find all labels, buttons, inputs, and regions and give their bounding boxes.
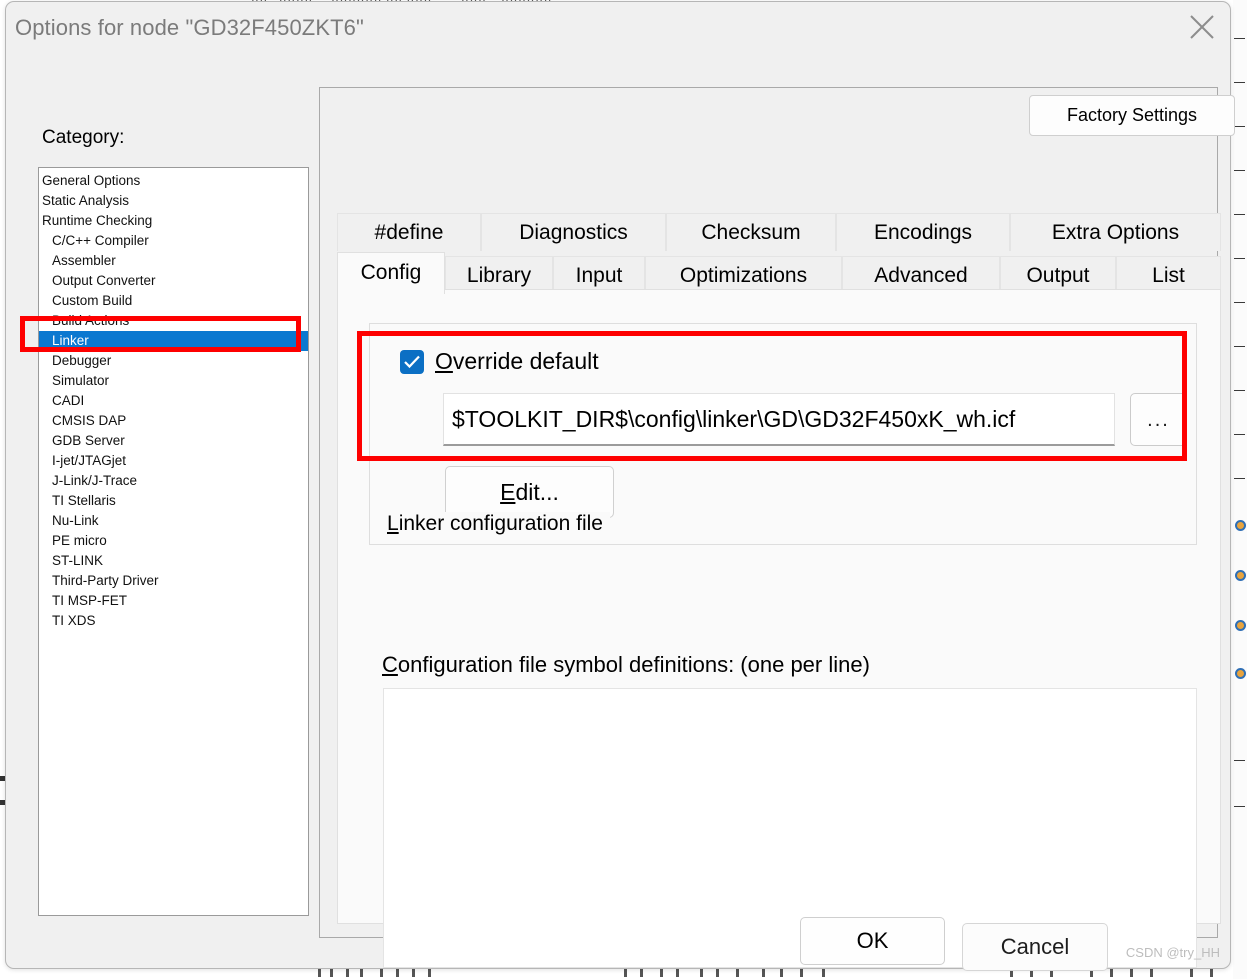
category-list[interactable]: General Options Static Analysis Runtime Ch…: [38, 167, 309, 916]
category-item-runtime-checking[interactable]: Runtime Checking: [39, 211, 308, 231]
config-tab-panel: Linker configuration file Override defau…: [337, 289, 1221, 968]
category-item-ti-stellaris[interactable]: TI Stellaris: [39, 491, 308, 511]
group-title-mnemonic: L: [387, 512, 399, 535]
symbols-mnemonic: C: [382, 652, 398, 677]
cancel-button[interactable]: Cancel: [962, 923, 1108, 971]
group-title-rest: inker configuration file: [398, 512, 603, 535]
symbol-definitions-label: Configuration file symbol definitions: (…: [382, 652, 870, 678]
category-item-nu-link[interactable]: Nu-Link: [39, 511, 308, 531]
background-right-column: [1233, 0, 1247, 979]
tab-diagnostics[interactable]: Diagnostics: [481, 213, 666, 251]
category-item-st-link[interactable]: ST-LINK: [39, 551, 308, 571]
browse-linker-config-button[interactable]: ...: [1130, 393, 1187, 446]
category-item-j-link-j-trace[interactable]: J-Link/J-Trace: [39, 471, 308, 491]
category-item-build-actions[interactable]: Build Actions: [39, 311, 308, 331]
checkmark-icon: [404, 355, 420, 368]
category-item-gdb-server[interactable]: GDB Server: [39, 431, 308, 451]
watermark: CSDN @try_HH: [1125, 945, 1220, 960]
tab-bar: #define Diagnostics Checksum Encodings Extra…: [337, 213, 1221, 294]
tab-define[interactable]: #define: [337, 213, 481, 251]
tab-extra-options[interactable]: Extra Options: [1010, 213, 1221, 251]
category-item-ti-msp-fet[interactable]: TI MSP-FET: [39, 591, 308, 611]
override-default-label: Override default: [435, 348, 599, 375]
tab-row-secondary: #define Diagnostics Checksum Encodings Extra…: [337, 213, 1221, 251]
category-item-custom-build[interactable]: Custom Build: [39, 291, 308, 311]
close-button[interactable]: [1176, 3, 1228, 47]
category-label: Category:: [42, 127, 125, 148]
tab-row-primary: Config Library Input Optimizations Advanced O…: [337, 252, 1221, 294]
category-item-i-jet-jtagjet[interactable]: I-jet/JTAGjet: [39, 451, 308, 471]
category-item-third-party-driver[interactable]: Third-Party Driver: [39, 571, 308, 591]
edit-linker-config-button[interactable]: Edit...: [445, 466, 614, 518]
options-dialog: Options for node "GD32F450ZKT6" Category…: [5, 1, 1235, 971]
dialog-titlebar: Options for node "GD32F450ZKT6": [6, 2, 1230, 54]
override-default-checkbox[interactable]: [400, 349, 424, 374]
category-item-general-options[interactable]: General Options: [39, 171, 308, 191]
category-item-assembler[interactable]: Assembler: [39, 251, 308, 271]
category-item-cmsis-dap[interactable]: CMSIS DAP: [39, 411, 308, 431]
tab-config[interactable]: Config: [337, 252, 445, 294]
override-mnemonic: O: [435, 348, 453, 374]
factory-settings-button[interactable]: Factory Settings: [1029, 95, 1235, 136]
category-item-ti-xds[interactable]: TI XDS: [39, 611, 308, 631]
edit-mnemonic: E: [500, 478, 516, 505]
category-item-linker[interactable]: Linker: [39, 331, 308, 351]
close-icon: [1190, 15, 1214, 39]
category-item-output-converter[interactable]: Output Converter: [39, 271, 308, 291]
screen-root: ЛЛ ЛЛЛЛ ЛЛЛЛЛЛ ЛЛ ЛЛЛ ЛЛЛ ЛЛЛЛЛЛ: [0, 0, 1247, 979]
category-item-simulator[interactable]: Simulator: [39, 371, 308, 391]
edit-rest: dit...: [515, 478, 559, 505]
tab-checksum[interactable]: Checksum: [666, 213, 836, 251]
ok-button[interactable]: OK: [800, 917, 945, 965]
category-item-static-analysis[interactable]: Static Analysis: [39, 191, 308, 211]
ellipsis-icon: ...: [1147, 408, 1170, 431]
override-rest: verride default: [452, 348, 599, 374]
settings-pane: Factory Settings #define Diagnostics Check…: [319, 87, 1235, 968]
override-default-row[interactable]: Override default: [400, 348, 599, 375]
linker-config-path-input[interactable]: $TOOLKIT_DIR$\config\linker\GD\GD32F450x…: [443, 393, 1115, 446]
linker-config-group-title: Linker configuration file: [380, 512, 610, 536]
category-item-pe-micro[interactable]: PE micro: [39, 531, 308, 551]
category-item-debugger[interactable]: Debugger: [39, 351, 308, 371]
symbols-rest: onfiguration file symbol definitions: (o…: [397, 652, 870, 677]
tab-encodings[interactable]: Encodings: [836, 213, 1010, 251]
category-item-cadi[interactable]: CADI: [39, 391, 308, 411]
dialog-title: Options for node "GD32F450ZKT6": [15, 15, 364, 40]
category-item-c-c-compiler[interactable]: C/C++ Compiler: [39, 231, 308, 251]
